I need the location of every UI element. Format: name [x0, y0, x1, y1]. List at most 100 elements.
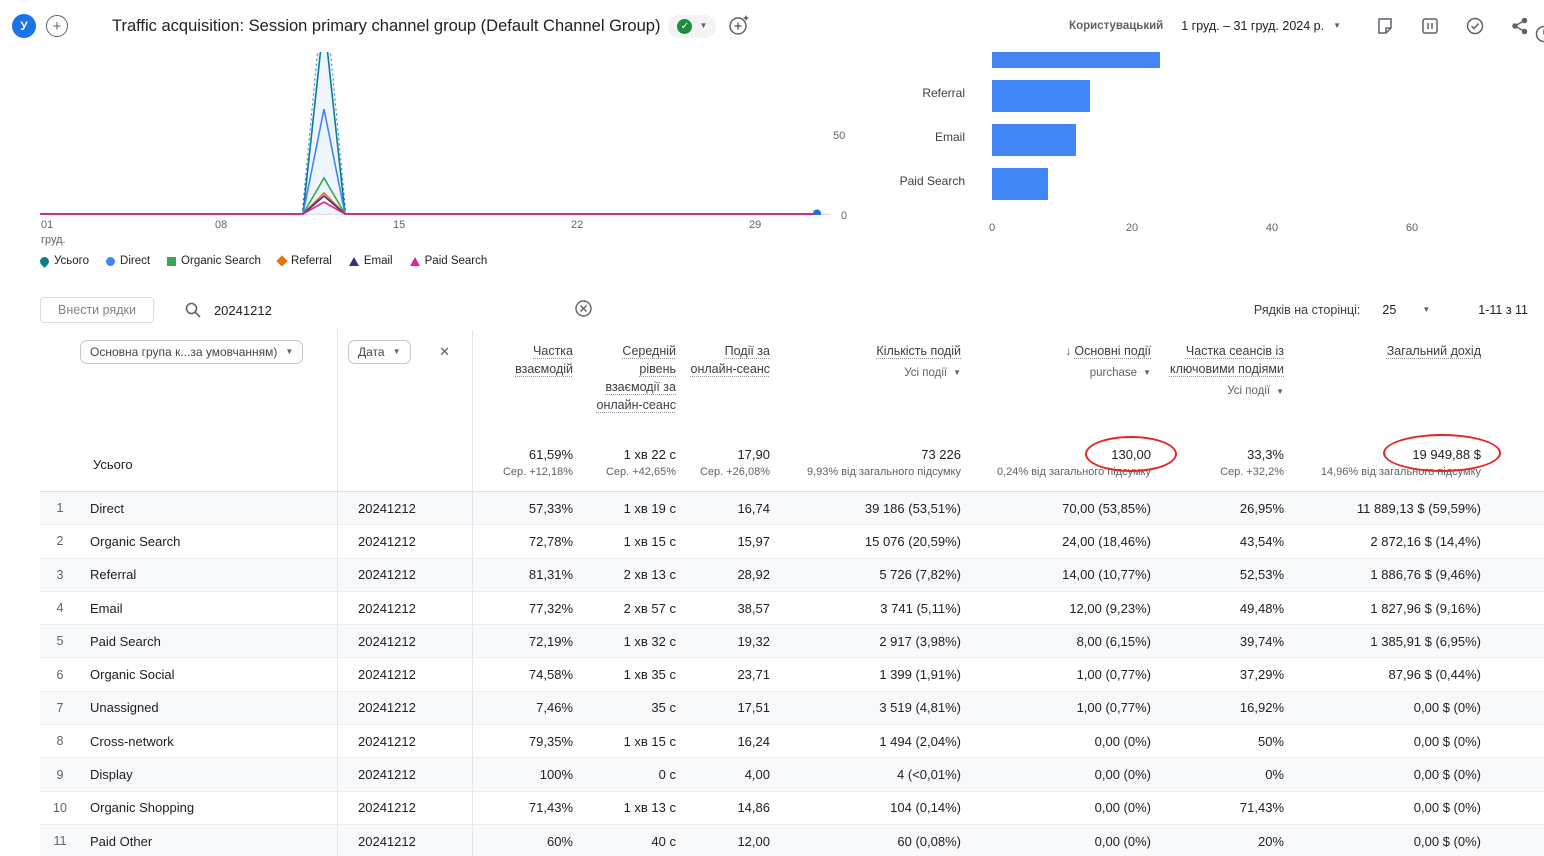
- metric-value: 3 741 (5,11%): [782, 601, 973, 616]
- column-header-key-events[interactable]: Основні події: [1074, 344, 1151, 358]
- metric-value: 2 872,16 $ (14,4%): [1296, 534, 1544, 549]
- notes-icon[interactable]: [1375, 16, 1395, 36]
- metric-value: 1 хв 13 с: [585, 800, 688, 815]
- legend-item[interactable]: Organic Search: [167, 255, 261, 267]
- table-row: 11Paid Other2024121260%40 с12,0060 (0,08…: [40, 825, 1544, 856]
- event-filter-dropdown[interactable]: Усі події▼: [782, 365, 961, 382]
- metric-value: 4,00: [688, 767, 782, 782]
- channel-name: Cross-network: [80, 734, 337, 749]
- row-number: 3: [40, 568, 80, 582]
- table-row: 8Cross-network2024121279,35%1 хв 15 с16,…: [40, 725, 1544, 758]
- bar[interactable]: [992, 168, 1048, 200]
- row-number: 8: [40, 734, 80, 748]
- bar-chart-plot: [992, 52, 1532, 214]
- bar-x-tick: 20: [1126, 222, 1138, 234]
- sort-desc-icon: ↓: [1065, 342, 1071, 360]
- channel-name: Referral: [80, 567, 337, 582]
- bar[interactable]: [992, 80, 1090, 112]
- column-header-engagement-rate[interactable]: Частка взаємодій: [515, 344, 573, 376]
- metric-value: 1 385,91 $ (6,95%): [1296, 634, 1544, 649]
- channel-name: Organic Social: [80, 667, 337, 682]
- legend-label: Organic Search: [181, 255, 261, 267]
- bar-category-label: Paid Search: [832, 174, 965, 188]
- legend-item[interactable]: Email: [349, 255, 393, 267]
- add-comparison-icon[interactable]: +: [46, 15, 68, 37]
- date-preset-label: Користувацький: [1069, 20, 1163, 32]
- column-header-total-revenue[interactable]: Загальний дохід: [1387, 344, 1481, 358]
- metric-value: 1 827,96 $ (9,16%): [1296, 601, 1544, 616]
- metric-value: 1,00 (0,77%): [973, 700, 1163, 715]
- date-range-selector[interactable]: 1 груд. – 31 груд. 2024 р. ▼: [1175, 18, 1347, 34]
- legend-label: Direct: [120, 255, 150, 267]
- totals-label: Усього: [80, 440, 337, 491]
- metric-value: 14,00 (10,77%): [973, 567, 1163, 582]
- insights-icon[interactable]: [726, 12, 752, 41]
- column-header-session-key-event-rate[interactable]: Частка сеансів із ключовими подіями: [1170, 344, 1284, 376]
- share-icon[interactable]: [1510, 16, 1530, 36]
- series-lines: [40, 52, 817, 214]
- column-header-event-count[interactable]: Кількість подій: [876, 344, 961, 358]
- metric-value: 15 076 (20,59%): [782, 534, 973, 549]
- metric-value: 71,43%: [1163, 800, 1296, 815]
- metric-value: 77,32%: [473, 601, 585, 616]
- analytics-avatar[interactable]: У: [12, 14, 36, 38]
- key-event-filter-dropdown[interactable]: purchase▼: [973, 365, 1151, 382]
- bar-category-label: Referral: [832, 86, 965, 100]
- legend-label: Усього: [54, 255, 89, 267]
- metric-value: 1 886,76 $ (9,46%): [1296, 567, 1544, 582]
- comparison-icon[interactable]: [1420, 16, 1440, 36]
- metric-value: 38,57: [688, 601, 782, 616]
- series-line: [40, 193, 817, 214]
- table-row: 7Unassigned202412127,46%35 с17,513 519 (…: [40, 692, 1544, 725]
- table-body: 1Direct2024121257,33%1 хв 19 с16,7439 18…: [40, 492, 1544, 856]
- column-header-events-per-session[interactable]: Події за онлайн-сеанс: [691, 344, 770, 376]
- metric-value: 16,74: [688, 501, 782, 516]
- check-circle-icon[interactable]: [1465, 16, 1485, 36]
- bar-category-label: Email: [832, 130, 965, 144]
- legend-item[interactable]: Direct: [106, 255, 150, 267]
- clock-icon-partial[interactable]: [1534, 24, 1544, 44]
- remove-dimension-icon[interactable]: ✕: [439, 340, 450, 364]
- metric-value: 0,00 (0%): [973, 767, 1163, 782]
- chevron-down-icon: ▼: [1276, 388, 1284, 396]
- metric-value: 1 хв 19 с: [585, 501, 688, 516]
- metric-value: 43,54%: [1163, 534, 1296, 549]
- bar[interactable]: [992, 124, 1076, 156]
- table-row: 2Organic Search2024121272,78%1 хв 15 с15…: [40, 525, 1544, 558]
- plot-rows-button[interactable]: Внести рядки: [40, 297, 154, 323]
- clear-search-icon[interactable]: [574, 299, 593, 321]
- metric-value: 0,00 $ (0%): [1296, 834, 1544, 849]
- date-value: 20241212: [337, 625, 473, 657]
- report-title: Traffic acquisition: Session primary cha…: [112, 17, 660, 36]
- primary-dimension-dropdown[interactable]: Основна група к...за умовчанням) ▼: [80, 340, 303, 364]
- search-input[interactable]: [212, 302, 574, 319]
- legend-item[interactable]: Усього: [40, 255, 89, 267]
- bar-x-tick: 40: [1266, 222, 1278, 234]
- legend-item[interactable]: Paid Search: [410, 255, 488, 267]
- charts-section: 50 0 01 груд. 08 15 22 29 УсьогоDirectOr…: [0, 52, 1544, 290]
- metric-value: 81,31%: [473, 567, 585, 582]
- secondary-dimension-dropdown[interactable]: Дата ▼: [348, 340, 411, 364]
- column-header-avg-engagement[interactable]: Середній рівень взаємодії за онлайн-сеан…: [597, 344, 676, 412]
- metric-value: 28,92: [688, 567, 782, 582]
- event-filter-dropdown[interactable]: Усі події▼: [1163, 383, 1284, 400]
- metric-value: 20%: [1163, 834, 1296, 849]
- diamond-marker-icon: [276, 255, 287, 266]
- row-number: 10: [40, 801, 80, 815]
- metric-value: 0,00 $ (0%): [1296, 767, 1544, 782]
- check-icon: ✓: [677, 19, 692, 34]
- bar[interactable]: [992, 52, 1160, 68]
- legend-label: Paid Search: [425, 255, 488, 267]
- selected-date-band: [302, 52, 346, 215]
- line-chart[interactable]: [40, 52, 830, 215]
- channel-name: Organic Search: [80, 534, 337, 549]
- date-value: 20241212: [337, 758, 473, 790]
- legend-item[interactable]: Referral: [278, 255, 332, 267]
- metric-value: 0%: [1163, 767, 1296, 782]
- report-status-badge[interactable]: ✓ ▼: [668, 15, 716, 38]
- metric-value: 1 399 (1,91%): [782, 667, 973, 682]
- metric-value: 11 889,13 $ (59,59%): [1296, 501, 1544, 516]
- rows-per-page-select[interactable]: 25 ▼: [1376, 302, 1436, 318]
- metric-value: 39 186 (53,51%): [782, 501, 973, 516]
- date-value: 20241212: [337, 559, 473, 591]
